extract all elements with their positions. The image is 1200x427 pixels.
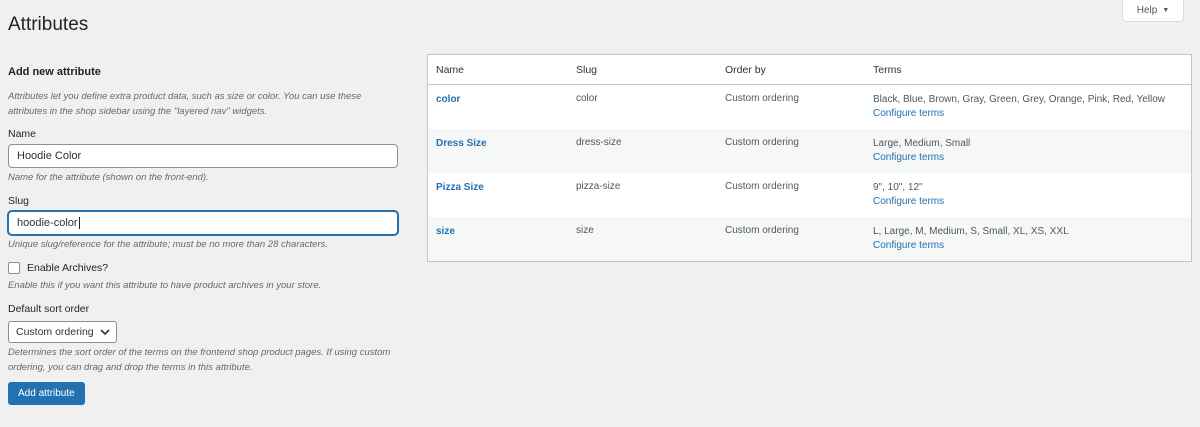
slug-description: Unique slug/reference for the attribute;… <box>8 239 329 250</box>
form-heading: Add new attribute <box>8 66 101 78</box>
slug-label: Slug <box>8 195 30 207</box>
configure-terms-link[interactable]: Configure terms <box>873 239 1191 253</box>
configure-terms-link[interactable]: Configure terms <box>873 107 1191 121</box>
attribute-terms: 9", 10", 12" <box>873 182 923 193</box>
name-input[interactable]: Hoodie Color <box>8 144 398 168</box>
name-description: Name for the attribute (shown on the fro… <box>8 172 209 183</box>
attribute-name-link[interactable]: color <box>436 94 460 105</box>
chevron-down-icon <box>100 328 110 335</box>
attribute-order: Custom ordering <box>725 137 799 148</box>
name-input-value: Hoodie Color <box>17 150 82 162</box>
attribute-order: Custom ordering <box>725 225 799 236</box>
attribute-order: Custom ordering <box>725 181 799 192</box>
attribute-slug: size <box>576 225 594 236</box>
enable-archives-checkbox[interactable] <box>8 262 20 274</box>
sort-order-value: Custom ordering <box>16 326 94 338</box>
sort-order-select[interactable]: Custom ordering <box>8 321 117 343</box>
add-attribute-button[interactable]: Add attribute <box>8 382 85 405</box>
attribute-name-link[interactable]: Pizza Size <box>436 182 484 193</box>
column-header-name: Name <box>436 63 465 76</box>
table-row: Dress Size dress-size Custom ordering La… <box>428 129 1191 173</box>
caret-down-icon: ▼ <box>1162 7 1170 14</box>
text-cursor <box>78 217 80 229</box>
archives-description: Enable this if you want this attribute t… <box>8 280 322 291</box>
help-tab-button[interactable]: Help ▼ <box>1122 0 1184 22</box>
column-header-order-by: Order by <box>725 63 766 76</box>
attribute-slug: pizza-size <box>576 181 621 192</box>
page-title: Attributes <box>8 14 89 35</box>
form-intro: Attributes let you define extra product … <box>8 91 362 117</box>
attribute-name-link[interactable]: size <box>436 226 455 237</box>
table-header: Name Slug Order by Terms <box>428 55 1191 85</box>
column-header-terms: Terms <box>873 63 902 76</box>
attribute-slug: dress-size <box>576 137 622 148</box>
column-header-slug: Slug <box>576 63 598 76</box>
sort-order-description: Determines the sort order of the terms o… <box>8 347 391 373</box>
attribute-terms: L, Large, M, Medium, S, Small, XL, XS, X… <box>873 226 1069 237</box>
enable-archives-label[interactable]: Enable Archives? <box>27 262 108 274</box>
help-label: Help <box>1136 5 1158 16</box>
sort-order-label: Default sort order <box>8 303 90 315</box>
slug-input-value: hoodie-color <box>17 217 78 229</box>
add-attribute-form: Add new attribute Attributes let you def… <box>8 66 398 405</box>
attribute-order: Custom ordering <box>725 93 799 104</box>
slug-input[interactable]: hoodie-color <box>8 211 398 235</box>
attribute-slug: color <box>576 93 598 104</box>
configure-terms-link[interactable]: Configure terms <box>873 195 1191 209</box>
attribute-terms: Large, Medium, Small <box>873 138 971 149</box>
configure-terms-link[interactable]: Configure terms <box>873 151 1191 165</box>
table-row: color color Custom ordering Black, Blue,… <box>428 85 1191 129</box>
table-row: Pizza Size pizza-size Custom ordering 9"… <box>428 173 1191 217</box>
attributes-table: Name Slug Order by Terms color color Cus… <box>427 54 1192 262</box>
attribute-terms: Black, Blue, Brown, Gray, Green, Grey, O… <box>873 94 1165 105</box>
name-label: Name <box>8 128 37 140</box>
attribute-name-link[interactable]: Dress Size <box>436 138 487 149</box>
table-row: size size Custom ordering L, Large, M, M… <box>428 217 1191 261</box>
table-body: color color Custom ordering Black, Blue,… <box>428 85 1191 261</box>
